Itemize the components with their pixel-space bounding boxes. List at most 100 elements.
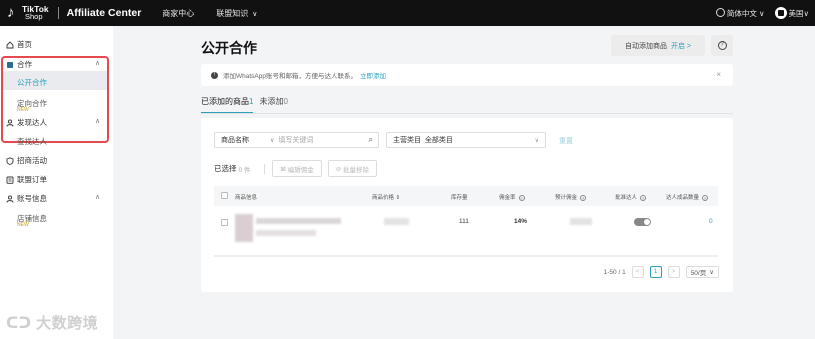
search-icon[interactable]: ⌕ [369,135,373,145]
category-select[interactable]: 主营类目 全部类目 ∨ [386,132,546,148]
chevron-up-icon[interactable]: ∧ [95,59,100,67]
edit-commission-button[interactable]: ⊠ 编辑佣金 [272,160,322,177]
edit-commission-label: 编辑佣金 [287,166,314,174]
creator-count-value[interactable]: 0 [709,218,713,225]
col-approve-creators: 批准达人? [615,193,647,201]
col-commission-rate: 佣金率? [499,193,525,201]
chevron-down-icon: ∨ [709,269,714,276]
notice-add-link[interactable]: 立即添加 [360,70,386,80]
tab-added-products[interactable]: 已添加的商品1 [201,96,254,114]
sidebar: 首页 合作 ∧ 公开合作 定向合作 NEW 发现达人 ∧ 查找达人 招商活动 联… [0,26,113,339]
new-badge: NEW [17,222,29,228]
sidebar-item-label: 合作 [17,60,32,69]
help-button[interactable]: ? [711,35,733,56]
reset-button[interactable]: 重置 [559,136,573,146]
sidebar-item-discover[interactable]: 发现达人 [6,117,47,128]
product-id-redacted [256,230,316,236]
page-size-select[interactable]: 50/页 ∨ [685,266,719,278]
help-icon: ? [717,41,727,50]
help-icon[interactable]: ? [518,195,525,201]
col-product-info: 商品信息 [235,195,258,201]
chevron-down-icon: ∨ [803,9,810,18]
batch-remove-button[interactable]: ⊘ 批量移除 [327,160,377,177]
products-table: 商品信息 商品价格 ⇕ 库存量 佣金率? 预计佣金? 批准达人? 达人成品数量?… [214,186,718,254]
notice-banner: ! 添加WhatsApp账号和邮箱，方便与达人联系。 立即添加 × [201,64,733,86]
top-bar: ♪ TikTok Shop Affiliate Center 商家中心 联盟知识… [0,0,815,26]
sidebar-item-home[interactable]: 首页 [6,39,32,50]
help-icon[interactable]: ? [580,195,587,201]
prev-page-button[interactable]: < [631,266,644,278]
sidebar-item-account[interactable]: 账号信息 [6,193,47,204]
watermark-logo: ᑕᑐ 大数跨境 [6,315,99,332]
col-creator-count: 达人成品数量? [666,193,709,201]
help-icon[interactable]: ? [702,195,709,201]
chevron-up-icon[interactable]: ∧ [95,193,100,201]
col-estimated-commission-label: 预计佣金 [555,195,578,201]
watermark-text: 大数跨境 [36,315,99,332]
chevron-down-icon: ∨ [534,137,539,144]
auto-add-label: 自动添加商品 [624,42,667,50]
table-scrollbar[interactable] [214,255,718,257]
sidebar-item-public-coop[interactable]: 公开合作 [17,77,47,88]
language-switcher[interactable]: 简体中文 ∨ [715,7,765,19]
page-title: 公开合作 [201,40,257,56]
col-price[interactable]: 商品价格 ⇕ [372,193,400,201]
col-commission-rate-label: 佣金率 [499,195,516,201]
new-badge: NEW [17,107,29,113]
batch-remove-label: 批量移除 [342,166,369,174]
product-name-redacted [256,218,341,224]
header-divider [57,7,59,19]
tab-not-added[interactable]: 未添加0 [259,96,287,114]
close-icon[interactable]: × [716,70,721,79]
stock-value: 111 [459,218,469,225]
search-field-select[interactable]: 商品名称 [215,135,270,145]
shield-icon [6,156,14,165]
order-icon [6,176,14,184]
sidebar-item-label: 联盟订单 [17,175,47,184]
approve-creators-toggle[interactable] [634,218,651,226]
product-search-input[interactable]: 商品名称 ∨ 填写关键词 ⌕ [214,132,379,148]
row-checkbox[interactable] [221,219,228,226]
nav-affiliate-knowledge[interactable]: 联盟知识 ∨ [216,8,257,19]
col-estimated-commission: 预计佣金? [555,193,587,201]
account-menu[interactable]: 美国∨ [774,7,810,19]
sidebar-item-orders[interactable]: 联盟订单 [6,174,47,185]
selected-count: 0 件 [238,166,251,174]
sidebar-item-campaigns[interactable]: 招商活动 [6,155,47,166]
toolbar-divider [264,163,266,174]
next-page-button[interactable]: > [667,266,680,278]
tiktok-shop-logo[interactable]: ♪ TikTok Shop [5,0,49,26]
current-page[interactable]: 1 [649,266,662,278]
products-card: 商品名称 ∨ 填写关键词 ⌕ 主营类目 全部类目 ∨ 重置 已选择 0 件 ⊠ … [201,118,733,292]
sidebar-item-label: 招商活动 [17,156,47,165]
product-thumbnail [235,214,253,242]
estimated-commission-redacted [570,218,592,225]
selected-label: 已选择 [214,164,237,173]
sidebar-item-label: 首页 [17,40,32,49]
tab-label: 未添加 [259,97,284,106]
commission-rate-value: 14% [514,218,528,225]
select-all-checkbox[interactable] [221,192,228,199]
auto-add-state: 开启 > [670,42,692,50]
chevron-up-icon[interactable]: ∧ [95,117,100,125]
nav-affiliate-knowledge-label: 联盟知识 [216,8,249,18]
edit-icon: ⊠ [280,165,288,173]
cooperation-icon [7,61,13,68]
auto-add-products-button[interactable]: 自动添加商品 开启 > [611,35,705,56]
tab-count: 1 [249,97,254,106]
tab-count: 0 [283,97,288,106]
nav-merchant-center[interactable]: 商家中心 [162,8,194,19]
tab-label: 已添加的商品 [201,97,249,106]
avatar [774,7,787,19]
sidebar-item-label: 发现达人 [17,118,47,127]
remove-icon: ⊘ [335,165,343,173]
tiktok-logo-icon: ♪ [7,4,15,21]
sidebar-item-cooperation[interactable]: 合作 [6,59,32,70]
table-header: 商品信息 商品价格 ⇕ 库存量 佣金率? 预计佣金? 批准达人? 达人成品数量? [214,186,718,206]
table-row[interactable]: 111 14% 0 [214,206,718,254]
help-icon[interactable]: ? [640,195,647,201]
chevron-down-icon: ∨ [270,137,275,144]
pagination: 1-50 / 1 < 1 > 50/页 ∨ [604,266,719,278]
chevron-down-icon: ∨ [759,8,765,18]
sidebar-item-find-creators[interactable]: 查找达人 [17,136,47,147]
